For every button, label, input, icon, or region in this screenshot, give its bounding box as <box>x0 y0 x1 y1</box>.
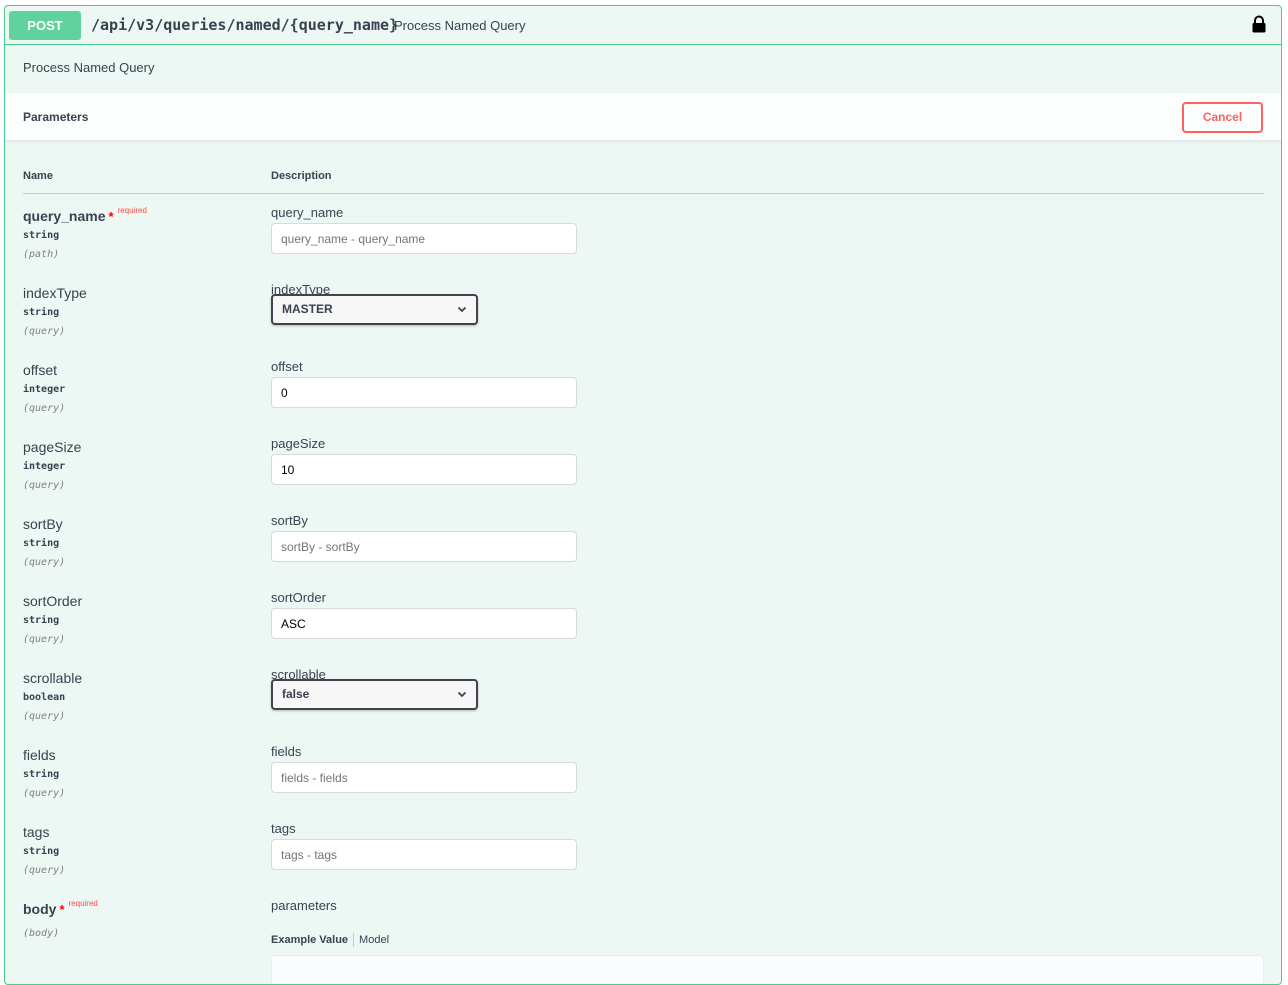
page-size-input[interactable] <box>271 454 577 485</box>
param-type: integer <box>23 461 66 472</box>
example-tabs: Example Value Model <box>271 933 389 947</box>
param-name: sortOrder <box>23 593 83 609</box>
required-star: * <box>59 902 65 917</box>
index-type-select[interactable]: MASTER <box>271 294 478 325</box>
operation-description: Process Named Query <box>23 60 155 75</box>
param-name: sortBy <box>23 516 63 532</box>
tags-input[interactable] <box>271 839 577 870</box>
param-row-index-type: indexType string (query) indexType MASTE… <box>5 282 1281 362</box>
tab-divider <box>353 933 355 947</box>
param-location: (query) <box>23 711 66 722</box>
param-type: string <box>23 307 60 318</box>
column-header-name: Name <box>23 170 53 182</box>
chevron-down-icon <box>457 306 467 313</box>
example-value-box[interactable] <box>271 955 1264 984</box>
parameters-title: Parameters <box>23 110 89 124</box>
param-name: fields <box>23 747 56 763</box>
scrollable-select[interactable]: false <box>271 679 478 710</box>
param-row-sort-by: sortBy string (query) sortBy <box>5 513 1281 593</box>
method-badge: POST <box>9 11 81 40</box>
param-row-scrollable: scrollable boolean (query) scrollable fa… <box>5 667 1281 747</box>
param-name-text: query_name <box>23 208 106 224</box>
header-divider <box>23 193 1264 194</box>
operation-summary[interactable]: POST /api/v3/queries/named/{query_name} … <box>5 6 1281 45</box>
param-label: offset <box>271 359 303 374</box>
tab-model[interactable]: Model <box>359 934 389 946</box>
param-location: (body) <box>23 928 60 939</box>
cancel-button[interactable]: Cancel <box>1182 102 1263 133</box>
param-location: (query) <box>23 865 66 876</box>
param-label: sortOrder <box>271 590 326 605</box>
param-type: string <box>23 230 60 241</box>
parameters-section-header: Parameters Cancel <box>5 93 1281 141</box>
param-row-offset: offset integer (query) offset <box>5 359 1281 439</box>
sort-by-input[interactable] <box>271 531 577 562</box>
operation-block-post: POST /api/v3/queries/named/{query_name} … <box>4 5 1282 985</box>
param-name: offset <box>23 362 57 378</box>
param-location: (query) <box>23 480 66 491</box>
chevron-down-icon <box>457 691 467 698</box>
param-row-sort-order: sortOrder string (query) sortOrder <box>5 590 1281 670</box>
param-location: (query) <box>23 788 66 799</box>
param-location: (query) <box>23 634 66 645</box>
param-label: parameters <box>271 898 337 913</box>
param-type: string <box>23 769 60 780</box>
param-name: tags <box>23 824 50 840</box>
tab-example-value[interactable]: Example Value <box>271 934 348 946</box>
param-type: string <box>23 538 60 549</box>
fields-input[interactable] <box>271 762 577 793</box>
select-value: MASTER <box>282 302 333 316</box>
param-location: (query) <box>23 557 66 568</box>
select-value: false <box>282 687 310 701</box>
param-location: (path) <box>23 249 60 260</box>
param-label: tags <box>271 821 296 836</box>
param-type: integer <box>23 384 66 395</box>
param-name: query_name * required <box>23 206 147 224</box>
param-row-tags: tags string (query) tags <box>5 821 1281 901</box>
param-type: boolean <box>23 692 66 703</box>
param-name-text: body <box>23 901 57 917</box>
offset-input[interactable] <box>271 377 577 408</box>
param-type: string <box>23 615 60 626</box>
param-label: query_name <box>271 205 344 220</box>
param-type: string <box>23 846 60 857</box>
param-location: (query) <box>23 326 66 337</box>
required-star: * <box>108 209 114 224</box>
lock-icon[interactable] <box>1252 15 1266 33</box>
param-label: fields <box>271 744 302 759</box>
query-name-input[interactable] <box>271 223 577 254</box>
param-location: (query) <box>23 403 66 414</box>
column-header-description: Description <box>271 170 332 182</box>
param-row-fields: fields string (query) fields <box>5 744 1281 824</box>
operation-summary-text: Process Named Query <box>394 18 526 33</box>
required-label: required <box>68 899 98 908</box>
param-name: body * required <box>23 899 98 917</box>
param-name: indexType <box>23 285 87 301</box>
param-name: pageSize <box>23 439 82 455</box>
sort-order-input[interactable] <box>271 608 577 639</box>
param-name: scrollable <box>23 670 83 686</box>
endpoint-path: /api/v3/queries/named/{query_name} <box>91 16 399 34</box>
param-row-page-size: pageSize integer (query) pageSize <box>5 436 1281 516</box>
param-label: sortBy <box>271 513 308 528</box>
required-label: required <box>117 206 147 215</box>
param-row-query-name: query_name * required string (path) query_… <box>5 205 1281 285</box>
param-label: pageSize <box>271 436 326 451</box>
